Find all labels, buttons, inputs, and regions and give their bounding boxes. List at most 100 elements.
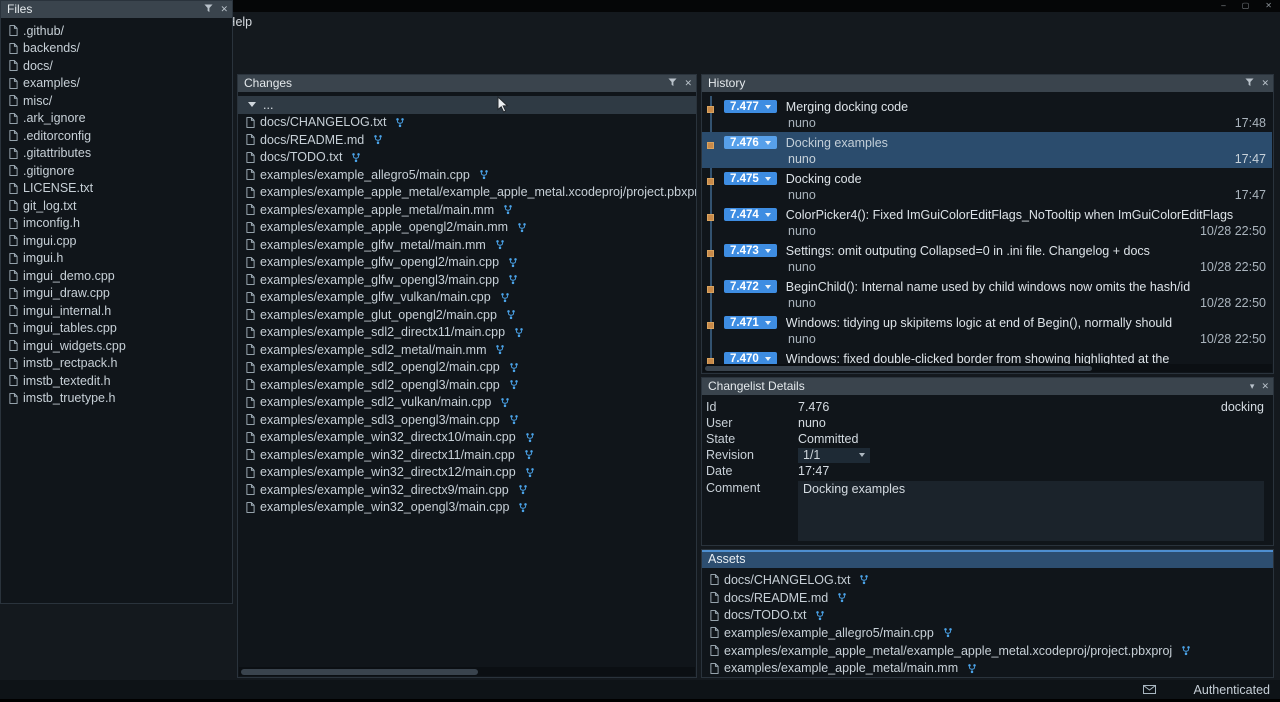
- file-tree-item[interactable]: .ark_ignore: [1, 110, 232, 128]
- changed-file-row[interactable]: examples/example_win32_directx10/main.cp…: [238, 429, 696, 447]
- changed-file-row[interactable]: examples/example_sdl2_directx11/main.cpp: [238, 324, 696, 342]
- file-tree-item[interactable]: imgui_internal.h: [1, 302, 232, 320]
- changed-file-path: examples/example_allegro5/main.cpp: [260, 168, 470, 182]
- history-entry[interactable]: 7.471 Windows: tidying up skipitems logi…: [702, 312, 1272, 348]
- close-icon[interactable]: ✕: [1261, 75, 1269, 92]
- maximize-button[interactable]: ▢: [1242, 0, 1250, 12]
- file-icon: [9, 253, 18, 264]
- assets-panel-title: Assets: [708, 552, 746, 566]
- changed-file-row[interactable]: examples/example_win32_opengl3/main.cpp: [238, 499, 696, 517]
- file-tree-item[interactable]: imgui_demo.cpp: [1, 267, 232, 285]
- revision-badge[interactable]: 7.475: [724, 172, 777, 185]
- changed-file-row[interactable]: examples/example_glfw_opengl2/main.cpp: [238, 254, 696, 272]
- asset-row[interactable]: docs/TODO.txt: [702, 606, 1272, 624]
- file-icon: [246, 449, 255, 460]
- file-tree-item[interactable]: docs/: [1, 57, 232, 75]
- history-entry[interactable]: 7.473 Settings: omit outputing Collapsed…: [702, 240, 1272, 276]
- file-tree-item[interactable]: imgui_draw.cpp: [1, 285, 232, 303]
- file-tree-item[interactable]: imgui.cpp: [1, 232, 232, 250]
- file-tree-item[interactable]: .editorconfig: [1, 127, 232, 145]
- filter-icon[interactable]: [1245, 75, 1254, 92]
- file-tree-item[interactable]: backends/: [1, 40, 232, 58]
- changed-file-row[interactable]: examples/example_win32_directx9/main.cpp: [238, 481, 696, 499]
- history-entry[interactable]: 7.472 BeginChild(): Internal name used b…: [702, 276, 1272, 312]
- asset-row[interactable]: docs/README.md: [702, 589, 1272, 607]
- file-tree-item[interactable]: misc/: [1, 92, 232, 110]
- changes-hscrollbar[interactable]: [239, 667, 695, 676]
- file-tree-item[interactable]: imgui_tables.cpp: [1, 320, 232, 338]
- file-tree-item[interactable]: imstb_rectpack.h: [1, 355, 232, 373]
- revision-badge[interactable]: 7.470: [724, 352, 777, 364]
- changes-root-row[interactable]: ...: [238, 96, 696, 114]
- file-tree-item[interactable]: imstb_truetype.h: [1, 390, 232, 408]
- changed-file-row[interactable]: examples/example_glfw_opengl3/main.cpp: [238, 271, 696, 289]
- asset-row[interactable]: examples/example_apple_metal/example_app…: [702, 642, 1272, 660]
- changed-file-row[interactable]: examples/example_apple_metal/main.mm: [238, 201, 696, 219]
- file-name: .github/: [23, 24, 64, 38]
- file-icon: [246, 204, 255, 215]
- filter-icon[interactable]: [204, 1, 213, 18]
- history-entry[interactable]: 7.476 Docking examples nuno 17:47: [702, 132, 1272, 168]
- file-tree-item[interactable]: imgui_widgets.cpp: [1, 337, 232, 355]
- asset-row[interactable]: examples/example_apple_metal/main.mm: [702, 659, 1272, 676]
- minimize-button[interactable]: –: [1221, 0, 1225, 12]
- history-entry[interactable]: 7.475 Docking code nuno 17:47: [702, 168, 1272, 204]
- file-tree-item[interactable]: .github/: [1, 22, 232, 40]
- changed-file-row[interactable]: examples/example_sdl3_opengl3/main.cpp: [238, 411, 696, 429]
- changed-file-row[interactable]: examples/example_glfw_vulkan/main.cpp: [238, 289, 696, 307]
- close-icon[interactable]: ✕: [220, 1, 228, 18]
- asset-path: examples/example_apple_metal/example_app…: [724, 644, 1172, 658]
- close-icon[interactable]: ✕: [1261, 378, 1269, 395]
- revision-badge[interactable]: 7.471: [724, 316, 777, 329]
- mail-icon[interactable]: [1143, 685, 1156, 694]
- changed-file-row[interactable]: examples/example_glut_opengl2/main.cpp: [238, 306, 696, 324]
- scrollbar-handle[interactable]: [241, 669, 478, 675]
- close-button[interactable]: ✕: [1265, 0, 1272, 12]
- comment-field[interactable]: Docking examples: [798, 481, 1264, 541]
- revision-badge[interactable]: 7.472: [724, 280, 777, 293]
- changed-file-row[interactable]: examples/example_sdl2_opengl2/main.cpp: [238, 359, 696, 377]
- changed-file-row[interactable]: docs/CHANGELOG.txt: [238, 114, 696, 132]
- file-tree-item[interactable]: LICENSE.txt: [1, 180, 232, 198]
- changed-file-row[interactable]: docs/TODO.txt: [238, 149, 696, 167]
- branch-icon: [1181, 645, 1191, 656]
- changed-file-row[interactable]: examples/example_glfw_metal/main.mm: [238, 236, 696, 254]
- changed-file-row[interactable]: examples/example_sdl2_vulkan/main.cpp: [238, 394, 696, 412]
- changed-file-row[interactable]: docs/README.md: [238, 131, 696, 149]
- history-hscrollbar[interactable]: [703, 364, 1272, 372]
- file-tree-item[interactable]: .gitattributes: [1, 145, 232, 163]
- asset-path: docs/TODO.txt: [724, 608, 806, 622]
- file-tree-item[interactable]: imconfig.h: [1, 215, 232, 233]
- filter-icon[interactable]: [668, 75, 677, 92]
- changed-file-row[interactable]: examples/example_apple_opengl2/main.mm: [238, 219, 696, 237]
- changed-file-row[interactable]: examples/example_win32_directx11/main.cp…: [238, 446, 696, 464]
- history-entry[interactable]: 7.477 Merging docking code nuno 17:48: [702, 96, 1272, 132]
- branch-icon: [509, 379, 519, 390]
- changed-file-path: examples/example_win32_directx9/main.cpp: [260, 483, 509, 497]
- asset-row[interactable]: docs/CHANGELOG.txt: [702, 571, 1272, 589]
- chevron-down-icon[interactable]: ▾: [1250, 378, 1255, 395]
- revision-badge[interactable]: 7.477: [724, 100, 777, 113]
- file-icon: [710, 574, 719, 585]
- assets-panel-header[interactable]: Assets: [702, 550, 1273, 568]
- asset-row[interactable]: examples/example_allegro5/main.cpp: [702, 624, 1272, 642]
- file-tree-item[interactable]: examples/: [1, 75, 232, 93]
- history-entry[interactable]: 7.470 Windows: fixed double-clicked bord…: [702, 348, 1272, 364]
- revision-badge[interactable]: 7.473: [724, 244, 777, 257]
- commit-node-icon: [707, 322, 714, 329]
- changed-file-row[interactable]: examples/example_allegro5/main.cpp: [238, 166, 696, 184]
- revision-badge[interactable]: 7.474: [724, 208, 777, 221]
- file-tree-item[interactable]: imgui.h: [1, 250, 232, 268]
- file-tree-item[interactable]: imstb_textedit.h: [1, 372, 232, 390]
- close-icon[interactable]: ✕: [684, 75, 692, 92]
- changed-file-row[interactable]: examples/example_win32_directx12/main.cp…: [238, 464, 696, 482]
- scrollbar-handle[interactable]: [705, 366, 1092, 371]
- revision-select[interactable]: 1/1: [798, 448, 870, 463]
- changed-file-row[interactable]: examples/example_sdl2_opengl3/main.cpp: [238, 376, 696, 394]
- history-entry[interactable]: 7.474 ColorPicker4(): Fixed ImGuiColorEd…: [702, 204, 1272, 240]
- changed-file-row[interactable]: examples/example_sdl2_metal/main.mm: [238, 341, 696, 359]
- file-tree-item[interactable]: .gitignore: [1, 162, 232, 180]
- revision-badge[interactable]: 7.476: [724, 136, 777, 149]
- changed-file-row[interactable]: examples/example_apple_metal/example_app…: [238, 184, 696, 202]
- file-tree-item[interactable]: git_log.txt: [1, 197, 232, 215]
